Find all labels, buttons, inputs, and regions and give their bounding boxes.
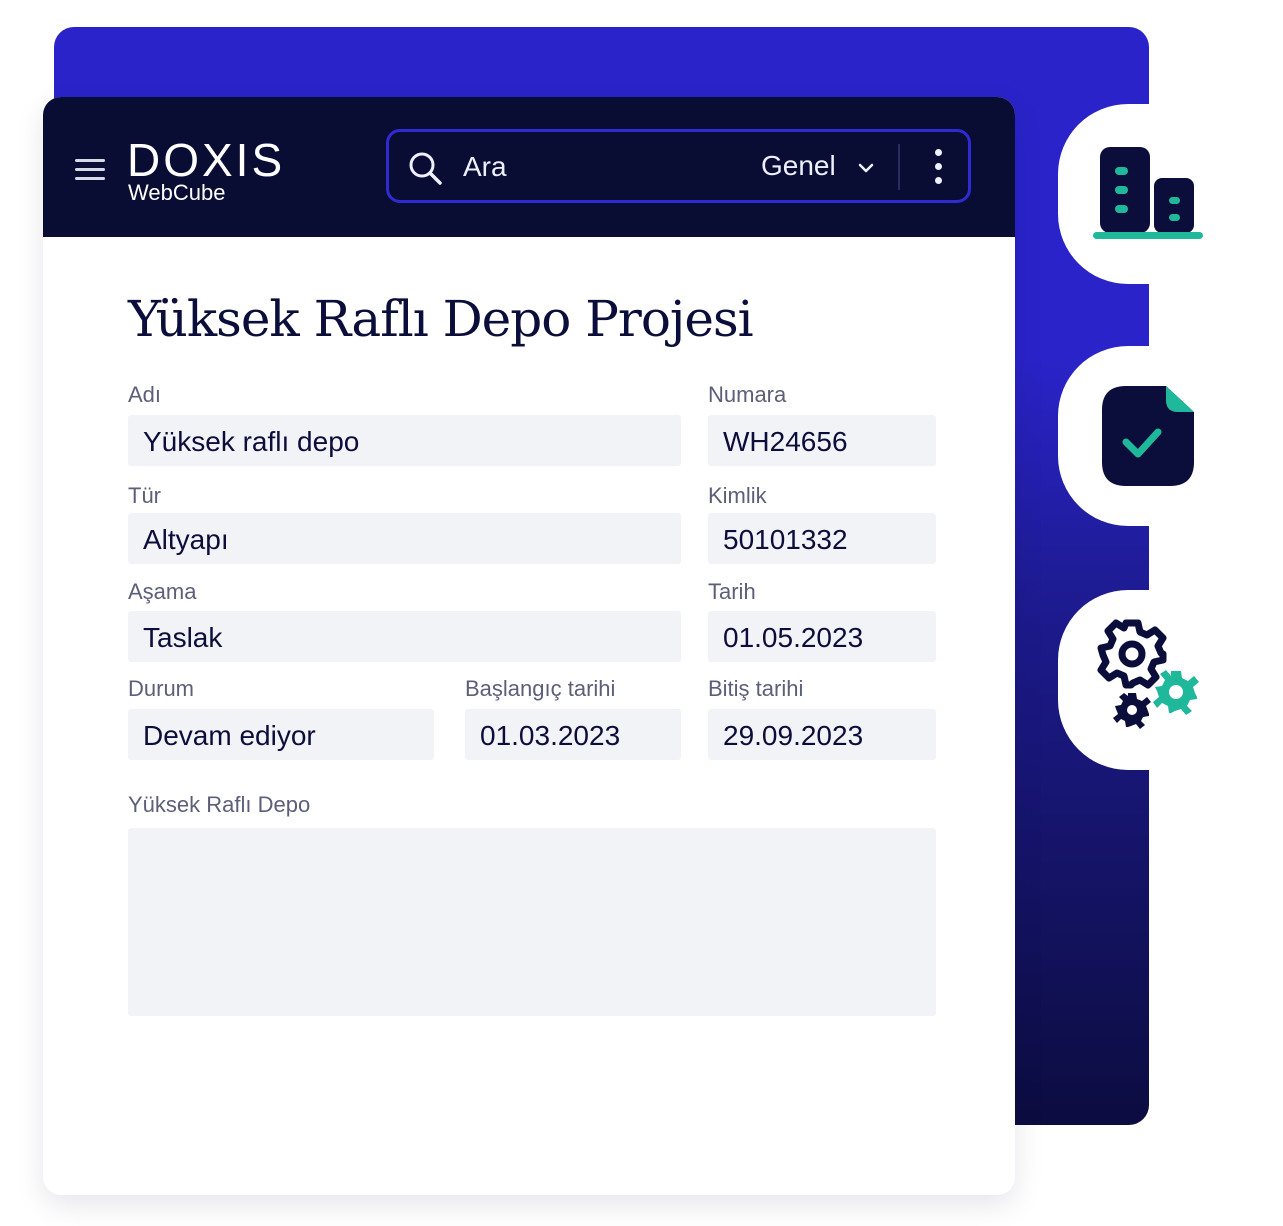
status-label: Durum xyxy=(128,676,195,701)
name-label: Adı xyxy=(128,382,162,407)
search-input[interactable] xyxy=(461,146,735,188)
more-options-icon[interactable] xyxy=(927,146,951,188)
number-field[interactable]: WH24656 xyxy=(708,415,936,466)
description-label: Yüksek Raflı Depo xyxy=(128,792,311,817)
start-date-field[interactable]: 01.03.2023 xyxy=(465,709,681,760)
description-textarea[interactable] xyxy=(128,828,936,1016)
stage-label: Aşama xyxy=(128,579,197,604)
buildings-icon xyxy=(1093,147,1203,239)
end-date-field[interactable]: 29.09.2023 xyxy=(708,709,936,760)
date-field[interactable]: 01.05.2023 xyxy=(708,611,936,662)
logo-subtitle: WebCube xyxy=(128,180,226,205)
id-label: Kimlik xyxy=(708,483,767,508)
search-bar: Genel xyxy=(386,129,971,203)
chevron-down-icon xyxy=(858,163,873,172)
search-divider xyxy=(898,144,900,190)
top-bar: DOXIS WebCube Genel xyxy=(43,97,1015,237)
id-field[interactable]: 50101332 xyxy=(708,513,936,564)
menu-icon[interactable] xyxy=(75,159,105,181)
search-scope-dropdown[interactable]: Genel xyxy=(761,148,874,184)
settings-gears-icon xyxy=(1097,619,1199,729)
project-card: DOXIS WebCube Genel Yüksek Raflı Depo Pr… xyxy=(43,97,1015,1195)
end-date-label: Bitiş tarihi xyxy=(708,676,804,701)
page-title: Yüksek Raflı Depo Projesi xyxy=(128,290,754,348)
logo-text: DOXIS xyxy=(127,134,286,186)
type-label: Tür xyxy=(128,483,161,508)
status-field[interactable]: Devam ediyor xyxy=(128,709,434,760)
name-field[interactable]: Yüksek raflı depo xyxy=(128,415,681,466)
date-label: Tarih xyxy=(708,579,756,604)
number-label: Numara xyxy=(708,382,787,407)
start-date-label: Başlangıç tarihi xyxy=(465,676,616,701)
document-check-icon xyxy=(1102,386,1194,486)
type-field[interactable]: Altyapı xyxy=(128,513,681,564)
search-icon[interactable] xyxy=(409,152,443,186)
search-scope-label: Genel xyxy=(761,150,836,181)
stage-field[interactable]: Taslak xyxy=(128,611,681,662)
